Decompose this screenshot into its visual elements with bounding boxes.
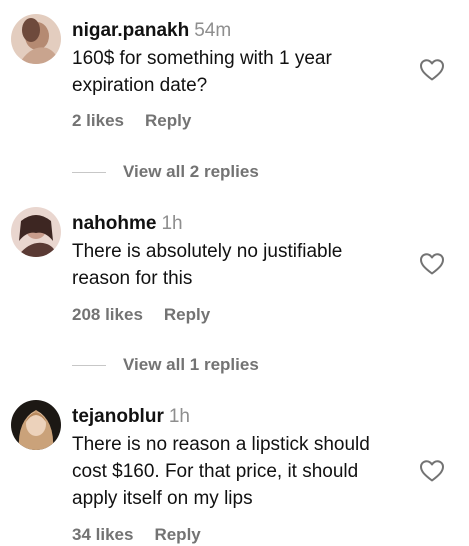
comment-text-line: 160$ for something with 1 year <box>72 48 332 69</box>
reply-button[interactable]: Reply <box>154 525 200 544</box>
likes-count[interactable]: 2 likes <box>72 111 124 130</box>
reply-button[interactable]: Reply <box>164 305 210 324</box>
avatar[interactable] <box>11 400 61 450</box>
view-replies-label[interactable]: View all 2 replies <box>123 162 259 182</box>
divider <box>72 364 106 366</box>
avatar[interactable] <box>11 14 61 64</box>
comment-username[interactable]: nahohme <box>72 213 156 234</box>
avatar[interactable] <box>11 207 61 257</box>
heart-outline-icon[interactable] <box>419 252 445 276</box>
view-replies-label[interactable]: View all 1 replies <box>123 355 259 375</box>
comment-time: 54m <box>194 20 232 41</box>
comment-text-line: apply itself on my lips <box>72 488 253 509</box>
comment-text-line: There is absolutely no justifiable <box>72 241 343 262</box>
likes-count[interactable]: 34 likes <box>72 525 133 544</box>
comment-text-line: expiration date? <box>72 75 208 96</box>
heart-outline-icon[interactable] <box>419 58 445 82</box>
comment-time: 1h <box>161 213 183 234</box>
view-replies[interactable]: View all 1 replies <box>72 353 259 377</box>
comment-username[interactable]: nigar.panakh <box>72 20 189 41</box>
comment-text-line: cost $160. For that price, it should <box>72 461 359 482</box>
likes-count[interactable]: 208 likes <box>72 305 143 324</box>
comment-time: 1h <box>168 406 190 427</box>
comment-username[interactable]: tejanoblur <box>72 406 164 427</box>
heart-outline-icon[interactable] <box>419 459 445 483</box>
comment-text-line: There is no reason a lipstick should <box>72 434 370 455</box>
divider <box>72 171 106 173</box>
reply-button[interactable]: Reply <box>145 111 191 130</box>
view-replies[interactable]: View all 2 replies <box>72 160 259 184</box>
comment-text-line: reason for this <box>72 268 193 289</box>
